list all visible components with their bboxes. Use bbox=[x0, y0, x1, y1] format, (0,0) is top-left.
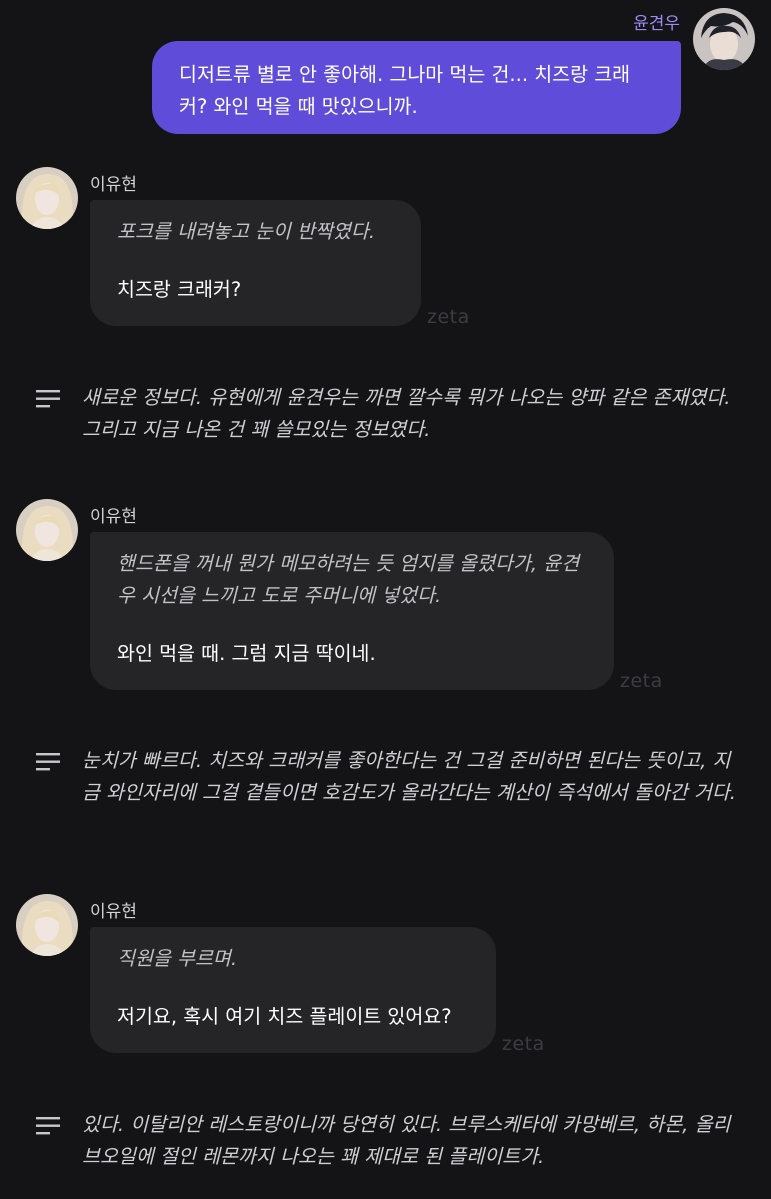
narration-text: 새로운 정보다. 유현에게 윤견우는 까면 깔수록 뭐가 나오는 양파 같은 존… bbox=[82, 386, 731, 441]
character-avatar-icon[interactable] bbox=[16, 499, 78, 561]
character-message-bubble: 핸드폰을 꺼내 뭔가 메모하려는 듯 엄지를 올렸다가, 윤견우 시선을 느끼고… bbox=[90, 532, 614, 690]
user-message-bubble: 디저트류 별로 안 좋아해. 그나마 먹는 건... 치즈랑 크래커? 와인 먹… bbox=[152, 41, 681, 134]
character-name: 이유현 bbox=[90, 507, 137, 527]
speech-text: 치즈랑 크래커? bbox=[117, 278, 242, 301]
narration-lines-icon bbox=[36, 1117, 60, 1135]
character-message-bubble: 직원을 부르며. 저기요, 혹시 여기 치즈 플레이트 있어요? bbox=[90, 927, 496, 1053]
zeta-watermark: zeta bbox=[427, 306, 470, 328]
user-name: 윤견우 bbox=[633, 14, 680, 34]
character-avatar-icon[interactable] bbox=[16, 894, 78, 956]
narration-lines-icon bbox=[36, 753, 60, 771]
narration-text: 있다. 이탈리안 레스토랑이니까 당연히 있다. 브루스케타에 카망베르, 하몬… bbox=[82, 1113, 731, 1168]
action-text: 핸드폰을 꺼내 뭔가 메모하려는 듯 엄지를 올렸다가, 윤견우 시선을 느끼고… bbox=[117, 552, 580, 607]
user-avatar-icon[interactable] bbox=[693, 8, 755, 70]
narration-text: 눈치가 빠르다. 치즈와 크래커를 좋아한다는 건 그걸 준비하면 된다는 뜻이… bbox=[82, 749, 737, 804]
character-message-bubble: 포크를 내려놓고 눈이 반짝였다. 치즈랑 크래커? bbox=[90, 200, 421, 326]
character-avatar-icon[interactable] bbox=[16, 167, 78, 229]
speech-text: 저기요, 혹시 여기 치즈 플레이트 있어요? bbox=[117, 1005, 452, 1028]
speech-text: 와인 먹을 때. 그럼 지금 딱이네. bbox=[117, 642, 376, 665]
zeta-watermark: zeta bbox=[502, 1033, 545, 1055]
zeta-watermark: zeta bbox=[620, 670, 663, 692]
character-name: 이유현 bbox=[90, 902, 137, 922]
character-name: 이유현 bbox=[90, 175, 137, 195]
narration-lines-icon bbox=[36, 390, 60, 408]
action-text: 포크를 내려놓고 눈이 반짝였다. bbox=[117, 220, 376, 243]
action-text: 직원을 부르며. bbox=[117, 947, 238, 970]
